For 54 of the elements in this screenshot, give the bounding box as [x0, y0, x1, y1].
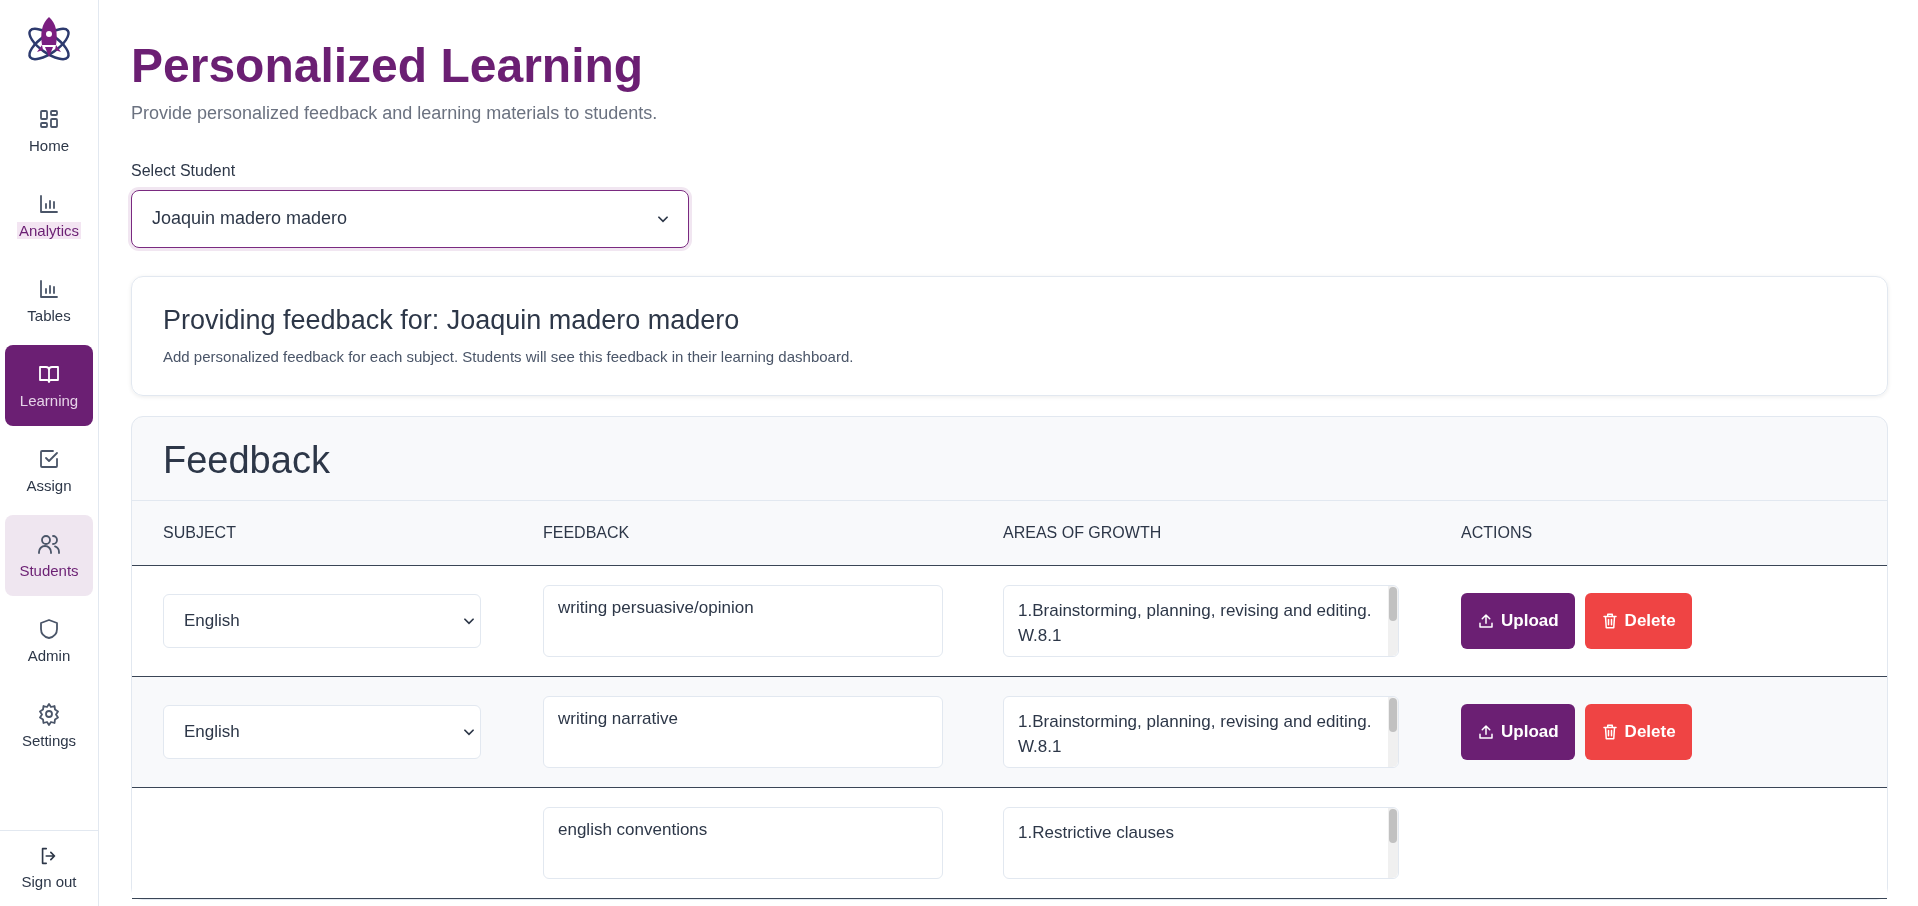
settings-icon [37, 702, 61, 726]
bar-chart-icon [37, 277, 61, 301]
sidebar-nav-item[interactable]: Home [5, 90, 93, 171]
users-icon [37, 532, 61, 556]
grid-icon [37, 107, 61, 131]
panel-title: Feedback [162, 437, 331, 483]
trash-icon [1600, 722, 1619, 741]
delete-button[interactable]: Delete [1584, 703, 1692, 760]
areas-of-growth-field[interactable]: 1.Restrictive clauses [1003, 806, 1399, 879]
upload-icon [1477, 611, 1495, 630]
areas-of-growth-field[interactable]: 1.Brainstorming, planning, revising and editing. W.8.1 [1003, 584, 1399, 657]
nav-label: Students [19, 562, 79, 579]
sidebar-nav-item[interactable]: Settings [5, 685, 93, 766]
sidebar-nav-item[interactable]: Analytics [5, 175, 93, 256]
sidebar-nav-item[interactable]: Assign [5, 430, 93, 511]
feedback-field[interactable]: writing persuasive/opinion [543, 584, 943, 657]
field-label: Select Student [131, 161, 236, 180]
sign-out-button[interactable]: Sign out [5, 845, 93, 890]
nav-label: Analytics [17, 222, 81, 239]
sidebar-nav-item[interactable]: Learning [5, 345, 93, 426]
column-header: ACTIONS [1461, 523, 1534, 542]
card-title: Providing feedback for: Joaquin madero madero [163, 304, 741, 336]
delete-button[interactable]: Delete [1584, 592, 1692, 649]
nav-label: Settings [21, 732, 77, 749]
nav-label: Learning [19, 392, 79, 409]
feedback-field[interactable]: writing narrative [543, 695, 943, 768]
column-header: SUBJECT [163, 523, 237, 542]
feedback-field[interactable]: english conventions [543, 806, 943, 879]
checkbox-icon [37, 447, 61, 471]
page-title: Personalized Learning [131, 40, 645, 93]
column-header: FEEDBACK [543, 523, 631, 542]
shield-icon [37, 617, 61, 641]
scrollbar[interactable] [1388, 807, 1398, 878]
scrollbar[interactable] [1388, 585, 1398, 656]
upload-button[interactable]: Upload [1461, 592, 1575, 649]
nav-label: Assign [26, 477, 72, 494]
sidebar-nav-item[interactable]: Admin [5, 600, 93, 681]
nav-label: Tables [27, 307, 71, 324]
bar-chart-icon [37, 192, 61, 216]
sidebar-nav-item[interactable]: Tables [5, 260, 93, 341]
upload-icon [1477, 722, 1495, 741]
page-subtitle: Provide personalized feedback and learning materials to students. [131, 102, 659, 124]
card-description: Add personalized feedback for each subject. Students will see this feedback in their learning dashboard. [163, 347, 855, 365]
subject-select[interactable]: English [163, 593, 481, 648]
nav-label: Admin [27, 647, 71, 664]
subject-select[interactable]: English [163, 704, 481, 759]
trash-icon [1600, 611, 1619, 630]
scrollbar[interactable] [1388, 696, 1398, 767]
nav-label: Home [29, 137, 69, 154]
student-select[interactable]: Joaquin madero madero [131, 189, 689, 248]
areas-of-growth-field[interactable]: 1.Brainstorming, planning, revising and editing. W.8.1 [1003, 695, 1399, 768]
sidebar-nav-item[interactable]: Students [5, 515, 93, 596]
column-header: AREAS OF GROWTH [1003, 523, 1163, 542]
upload-button[interactable]: Upload [1461, 703, 1575, 760]
